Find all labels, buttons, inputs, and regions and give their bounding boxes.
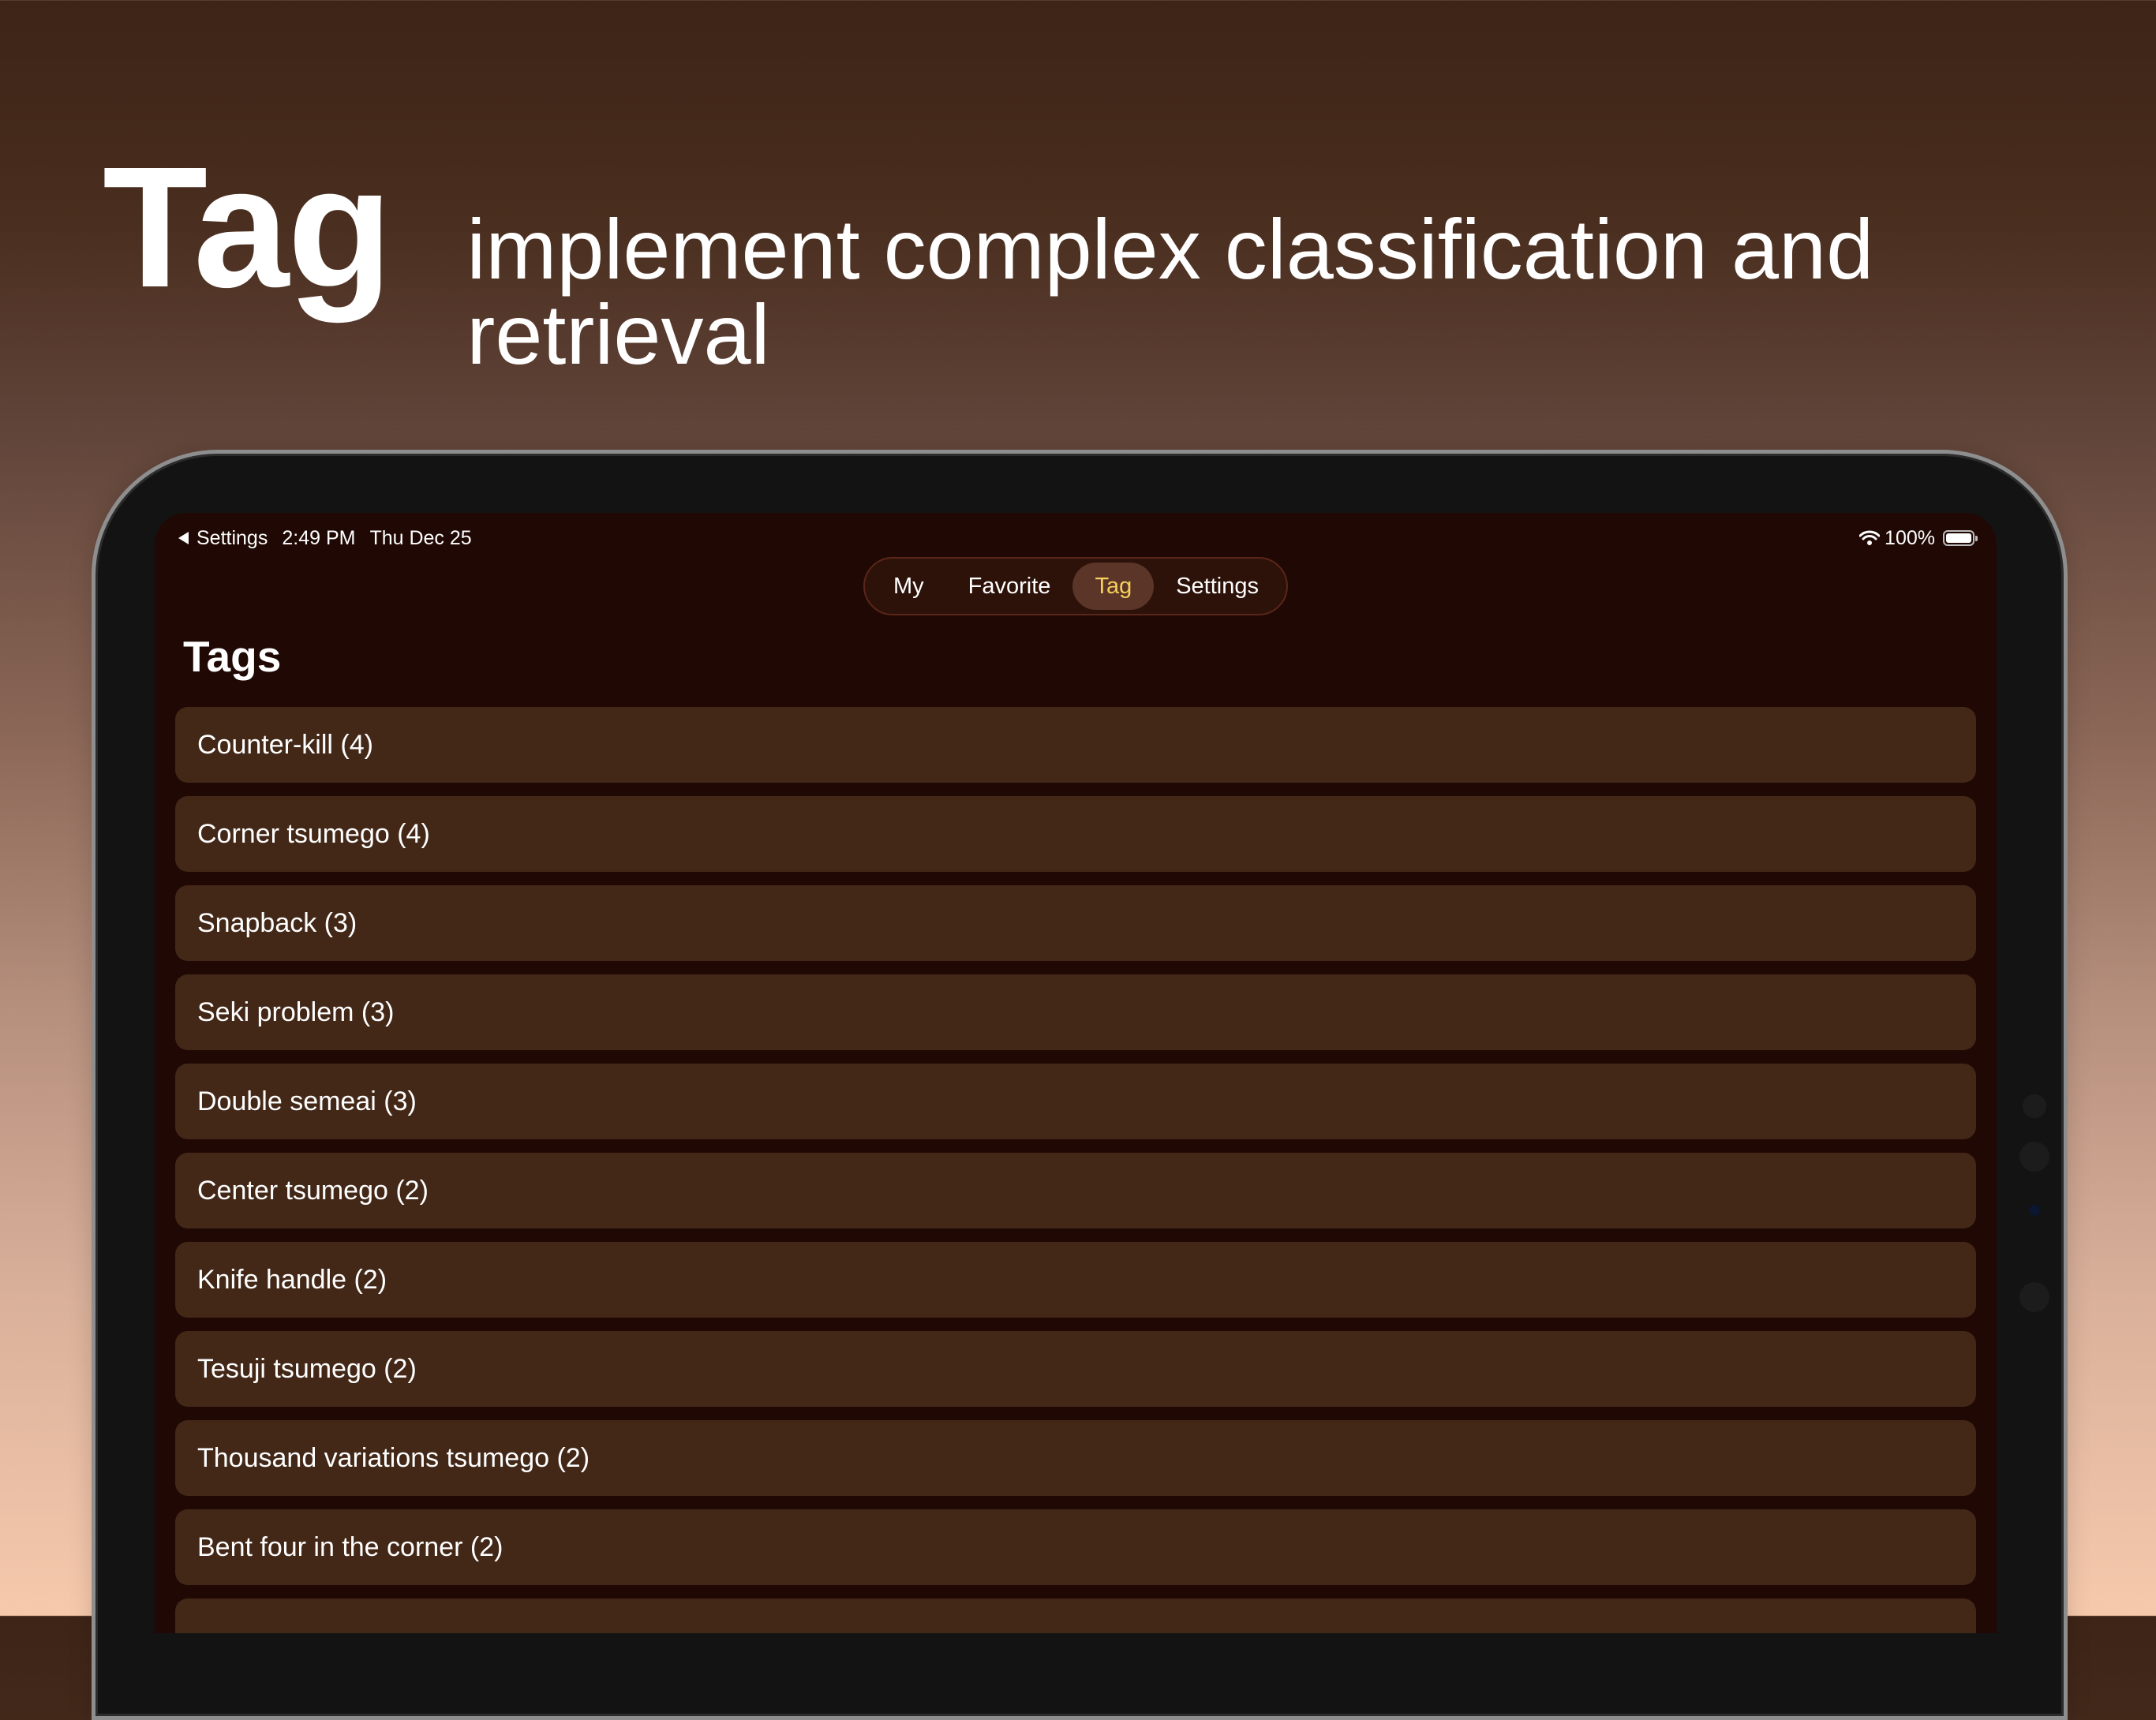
tab-my[interactable]: My — [871, 563, 946, 610]
tag-row[interactable]: Center tsumego (2) — [175, 1153, 1976, 1228]
tag-label: Seki problem (3) — [197, 996, 395, 1027]
headline-title: Tag — [103, 132, 392, 323]
tag-label: Double semeai (3) — [197, 1086, 417, 1116]
marketing-headline: Tag implement complex classification and… — [103, 142, 2156, 385]
tag-label: Knife handle (2) — [197, 1264, 387, 1295]
status-date: Thu Dec 25 — [369, 526, 472, 549]
tag-row[interactable]: Snapback (3) — [175, 885, 1976, 961]
tag-label: Thousand variations tsumego (2) — [197, 1442, 590, 1473]
tag-label: Corner tsumego (4) — [197, 818, 430, 849]
camera-dot — [2023, 1094, 2046, 1118]
back-triangle-icon — [178, 532, 189, 544]
tag-row[interactable]: Counter-kill (4) — [175, 707, 1976, 783]
battery-percent: 100% — [1885, 526, 1935, 549]
tag-label: Center tsumego (2) — [197, 1175, 429, 1206]
status-right-group: 100% — [1859, 526, 1978, 550]
battery-icon — [1943, 530, 1978, 546]
tag-row[interactable]: Thousand variations tsumego (2) — [175, 1420, 1976, 1496]
camera-lens — [2019, 1142, 2049, 1172]
tab-favorite[interactable]: Favorite — [946, 563, 1073, 610]
tag-list: Counter-kill (4) Corner tsumego (4) Snapba… — [175, 707, 1976, 1633]
tag-row[interactable]: Double semeai (3) — [175, 1064, 1976, 1139]
status-bar: Settings 2:49 PM Thu Dec 25 100% — [178, 524, 1978, 552]
tag-label: Counter-kill (4) — [197, 729, 373, 760]
tag-row[interactable]: Bent four in the corner (2) — [175, 1509, 1976, 1585]
wifi-icon — [1859, 530, 1881, 545]
tab-tag[interactable]: Tag — [1072, 563, 1155, 610]
light-sensor — [2029, 1205, 2040, 1216]
tab-bar: My Favorite Tag Settings — [863, 557, 1288, 615]
tag-row[interactable]: Seki problem (3) — [175, 974, 1976, 1050]
back-to-settings[interactable]: Settings — [178, 527, 268, 550]
page-title: Tags — [183, 632, 282, 681]
headline-subtitle: implement complex classification and ret… — [466, 201, 1874, 382]
tag-row[interactable]: Knife handle (2) — [175, 1242, 1976, 1318]
camera-flash — [2019, 1282, 2049, 1312]
app-screen: Settings 2:49 PM Thu Dec 25 100% My Favor… — [155, 513, 1997, 1633]
status-time: 2:49 PM — [282, 526, 356, 549]
tab-settings[interactable]: Settings — [1154, 563, 1281, 610]
tag-row[interactable]: Tesuji tsumego (2) — [175, 1331, 1976, 1407]
back-label: Settings — [197, 526, 268, 549]
tag-label: Snapback (3) — [197, 907, 357, 938]
tag-row[interactable]: Corner tsumego (4) — [175, 796, 1976, 872]
tag-row[interactable] — [175, 1598, 1976, 1633]
tag-label: Tesuji tsumego (2) — [197, 1353, 417, 1384]
tag-label: Bent four in the corner (2) — [197, 1531, 503, 1562]
